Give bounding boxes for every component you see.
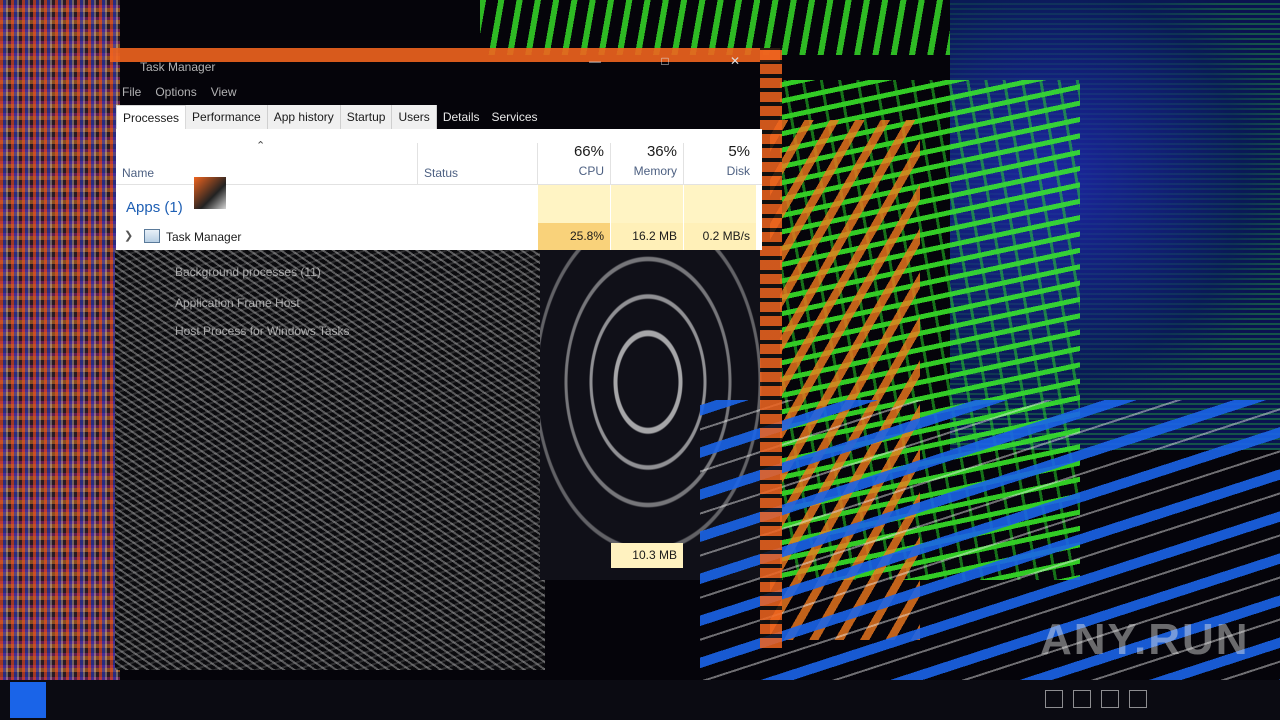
- heat-cell: [611, 185, 683, 223]
- chevron-up-icon: ⌃: [256, 140, 266, 152]
- column-name[interactable]: Name: [122, 166, 154, 180]
- column-memory[interactable]: 36% Memory: [611, 143, 683, 184]
- memory-label: Memory: [633, 164, 677, 178]
- minimize-icon[interactable]: —: [580, 52, 610, 70]
- watermark-logo: ANY.RUN: [1040, 615, 1250, 664]
- tray-icon[interactable]: [1045, 690, 1063, 708]
- menu-view[interactable]: View: [211, 85, 237, 99]
- tab-performance[interactable]: Performance: [186, 105, 268, 129]
- tab-strip: Processes Performance App history Startu…: [116, 105, 544, 130]
- tab-services[interactable]: Services: [486, 105, 544, 129]
- tab-details[interactable]: Details: [437, 105, 486, 129]
- glitch-thumbnail: [194, 177, 226, 209]
- menu-bar: File Options View: [122, 85, 237, 99]
- cpu-label: CPU: [578, 164, 604, 178]
- heat-cell: [538, 185, 610, 223]
- maximize-icon[interactable]: □: [650, 52, 680, 70]
- glitch-orange-band-right: [760, 48, 782, 648]
- menu-file[interactable]: File: [122, 85, 141, 99]
- ghost-background-processes: Background processes (11): [175, 265, 321, 279]
- window-controls: — □ ✕: [580, 52, 750, 70]
- tab-processes[interactable]: Processes: [116, 105, 187, 130]
- tab-users[interactable]: Users: [392, 105, 437, 129]
- group-header-apps[interactable]: Apps (1): [116, 177, 762, 223]
- disk-total: 5%: [728, 143, 750, 160]
- window-title: Task Manager: [140, 60, 216, 74]
- column-cpu[interactable]: 66% CPU: [538, 143, 610, 184]
- tab-startup[interactable]: Startup: [340, 105, 393, 129]
- column-disk[interactable]: 5% Disk: [684, 143, 756, 184]
- glitch-green-top: [480, 0, 980, 55]
- table-row[interactable]: ❯ Task Manager 25.8% 16.2 MB 0.2 MB/s: [116, 223, 762, 250]
- heat-cell: [684, 185, 756, 223]
- glitch-noise-left: [0, 0, 120, 720]
- tray-icon[interactable]: [1129, 690, 1147, 708]
- process-name: Task Manager: [166, 230, 242, 244]
- ghost-memory-cell: 10.3 MB: [611, 543, 683, 568]
- chevron-right-icon[interactable]: ❯: [124, 229, 133, 242]
- system-tray: [1045, 690, 1147, 708]
- process-disk: 0.2 MB/s: [684, 223, 756, 250]
- task-manager-icon: [144, 229, 160, 243]
- column-status[interactable]: Status: [424, 166, 458, 180]
- cpu-total: 66%: [573, 143, 604, 160]
- tab-app-history[interactable]: App history: [267, 105, 341, 129]
- close-icon[interactable]: ✕: [720, 52, 750, 70]
- glitch-noise-center: [115, 250, 545, 670]
- process-cpu: 25.8%: [538, 223, 610, 250]
- ghost-frame-host: Application Frame Host: [175, 296, 300, 310]
- tray-icon[interactable]: [1101, 690, 1119, 708]
- memory-total: 36%: [646, 143, 677, 160]
- process-list: ⌃ Name Status 66% CPU 36% Memory 5% Disk…: [116, 129, 762, 250]
- process-memory: 16.2 MB: [611, 223, 683, 250]
- menu-options[interactable]: Options: [155, 85, 196, 99]
- disk-label: Disk: [726, 164, 750, 178]
- tray-icon[interactable]: [1073, 690, 1091, 708]
- start-button[interactable]: [10, 682, 46, 718]
- ghost-tasks: Host Process for Windows Tasks: [175, 324, 350, 338]
- column-divider: [417, 143, 418, 184]
- group-label: Apps (1): [126, 199, 183, 216]
